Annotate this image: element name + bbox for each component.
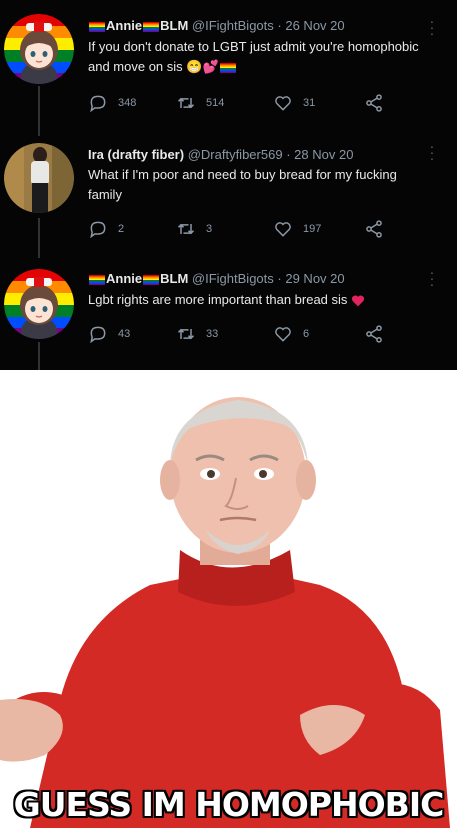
more-icon[interactable]: · · · [429, 139, 435, 165]
handle[interactable]: @Draftyfiber569 [188, 147, 283, 162]
like-count: 31 [303, 97, 316, 109]
tweet-date[interactable]: 29 Nov 20 [285, 271, 344, 286]
share-icon [366, 220, 382, 238]
tweet-text: What if I'm poor and need to buy bread f… [88, 167, 397, 202]
reply-icon [90, 221, 106, 239]
more-icon[interactable]: · · · [429, 14, 435, 40]
share-icon [366, 325, 382, 343]
share-icon [366, 94, 382, 112]
retweet-icon [177, 97, 195, 109]
like-count: 197 [303, 223, 322, 235]
reply-icon [90, 95, 106, 113]
like-count: 6 [303, 328, 310, 340]
tweet-actions: 43 33 6 [88, 323, 388, 345]
share-button[interactable] [364, 218, 384, 240]
retweet-icon [177, 223, 195, 235]
share-button[interactable] [364, 323, 384, 345]
display-name[interactable]: Annie [106, 18, 142, 33]
tweet-text: If you don't donate to LGBT just admit y… [88, 37, 437, 77]
tweet-header: Ira (drafty fiber) @Draftyfiber569 · 28 … [88, 147, 427, 162]
retweet-button[interactable]: 33 [176, 323, 218, 345]
rainbow-flag-icon [143, 274, 160, 285]
tweet-actions: 348 514 31 [88, 92, 388, 114]
tweet-text-content: Lgbt rights are more important than brea… [88, 292, 348, 307]
rainbow-flag-icon [219, 62, 236, 73]
reply-icon [90, 326, 106, 344]
avatar-annie[interactable] [4, 14, 74, 84]
rainbow-flag-icon [89, 274, 105, 285]
emoji: 😁💕 [186, 59, 219, 74]
like-icon [275, 327, 291, 342]
tweet-text-content: If you don't donate to LGBT just admit y… [88, 39, 419, 74]
avatar-annie[interactable] [4, 269, 74, 339]
retweet-count: 33 [206, 328, 219, 340]
like-button[interactable]: 31 [273, 92, 315, 114]
tweet-header: Annie BLM @IFightBigots · 29 Nov 20 [88, 271, 427, 286]
retweet-count: 3 [206, 223, 213, 235]
separator-dot: · [277, 271, 282, 286]
share-button[interactable] [364, 92, 384, 114]
display-name[interactable]: Annie [106, 271, 142, 286]
tweet-thread: Annie BLM @IFightBigots · 26 Nov 20 · · · I… [0, 0, 457, 370]
tweet-text: Lgbt rights are more important than brea… [88, 290, 437, 310]
tweet-1[interactable]: Annie BLM @IFightBigots · 26 Nov 20 · · · I… [0, 0, 457, 136]
shrugging-man-illustration [0, 370, 457, 828]
meme-caption: GUESS IM HOMOPHOBIC [13, 785, 445, 824]
more-icon[interactable]: · · · [429, 265, 435, 291]
separator-dot: · [277, 18, 282, 33]
tweet-header: Annie BLM @IFightBigots · 26 Nov 20 [88, 18, 427, 33]
reply-count: 2 [118, 223, 125, 235]
like-button[interactable]: 197 [273, 218, 321, 240]
tweet-date[interactable]: 28 Nov 20 [294, 147, 353, 162]
retweet-button[interactable]: 3 [176, 218, 212, 240]
avatar-ira[interactable] [4, 143, 74, 213]
reply-count: 348 [118, 97, 137, 109]
tweet-2[interactable]: Ira (drafty fiber) @Draftyfiber569 · 28 … [0, 108, 457, 258]
reply-button[interactable]: 2 [88, 218, 124, 240]
tweet-3[interactable]: Annie BLM @IFightBigots · 29 Nov 20 · · · L… [0, 245, 457, 370]
reply-count: 43 [118, 328, 131, 340]
like-button[interactable]: 6 [273, 323, 309, 345]
retweet-icon [177, 328, 195, 340]
display-name-suffix: BLM [160, 271, 189, 286]
like-icon [275, 96, 291, 111]
handle[interactable]: @IFightBigots [192, 18, 274, 33]
retweet-count: 514 [206, 97, 225, 109]
handle[interactable]: @IFightBigots [192, 271, 274, 286]
rainbow-flag-icon [143, 21, 160, 32]
separator-dot: · [286, 147, 291, 162]
reply-button[interactable]: 348 [88, 92, 136, 114]
retweet-button[interactable]: 514 [176, 92, 224, 114]
display-name[interactable]: Ira (drafty fiber) [88, 147, 184, 162]
thread-line [38, 342, 40, 370]
rainbow-flag-icon [89, 21, 105, 32]
heart-emoji-icon [352, 295, 365, 307]
tweet-date[interactable]: 26 Nov 20 [285, 18, 344, 33]
like-icon [275, 222, 291, 237]
thread-line [38, 108, 40, 128]
reply-button[interactable]: 43 [88, 323, 130, 345]
tweet-actions: 2 3 197 [88, 218, 388, 240]
display-name-suffix: BLM [160, 18, 189, 33]
meme-image: GUESS IM HOMOPHOBIC [0, 370, 457, 828]
